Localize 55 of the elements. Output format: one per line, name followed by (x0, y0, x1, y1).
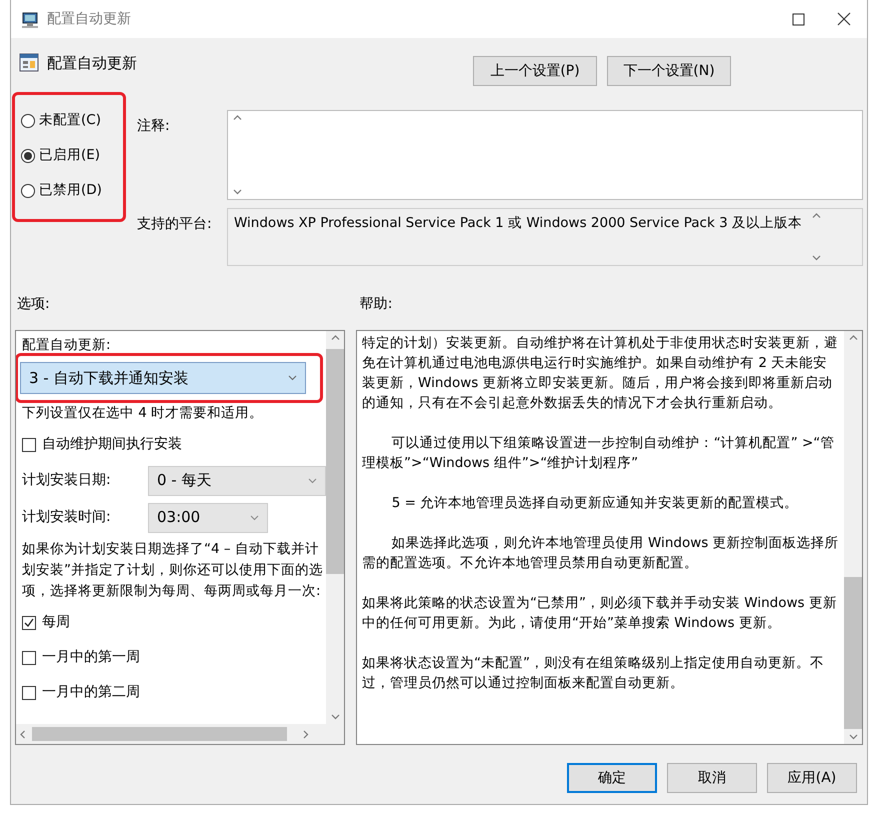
policy-title: 配置自动更新 (47, 53, 137, 74)
scroll-down-icon (330, 714, 340, 720)
help-paragraph: 如果选择此选项，则允许本地管理员使用 Windows 更新控制面板选择所需的配置选项。不允许本地管理员禁用自动更新配置。 (362, 534, 840, 573)
option-label: 配置自动更新: (22, 336, 112, 355)
apply-button[interactable]: 应用(A) (767, 763, 857, 793)
update-mode-dropdown[interactable]: 3 - 自动下载并通知安装 (20, 362, 306, 394)
comment-label: 注释: (137, 117, 171, 136)
dropdown-caret-icon (288, 375, 297, 381)
scroll-up-icon (232, 115, 242, 121)
help-paragraph: 可以通过使用以下组策略设置进一步控制自动维护：“计算机配置” >“管理模板”>“Windows 组件”>“维护计划程序” (362, 434, 836, 473)
radio-option[interactable]: 已禁用(D) (21, 181, 123, 200)
scrollbar-thumb[interactable] (32, 727, 287, 741)
checkbox-option[interactable]: 每周 (22, 605, 326, 640)
scroll-up-icon (330, 335, 340, 341)
time-dropdown[interactable]: 03:00 (148, 502, 268, 532)
ok-button[interactable]: 确定 (567, 763, 657, 793)
help-paragraph: 如果将状态设置为“未配置”，则没有在组策略级别上指定使用自动更新。不过，管理员仍然可以通过控制面板来配置自动更新。 (362, 654, 826, 693)
radio-option[interactable]: 已启用(E) (21, 146, 123, 165)
policy-icon (19, 52, 39, 73)
close-icon (837, 12, 851, 26)
dropdown-caret-icon (250, 514, 259, 520)
options-label: 选项: (17, 295, 50, 314)
dropdown-caret-icon (308, 478, 318, 484)
scroll-down-icon (848, 734, 858, 740)
platform-label: 支持的平台: (137, 215, 213, 234)
field-label: 计划安装时间: (22, 508, 112, 527)
checkbox-option[interactable]: 一月中的第一周 (22, 640, 326, 675)
scrollbar-thumb[interactable] (844, 577, 862, 729)
platform-field: Windows XP Professional Service Pack 1 或 Windows 2000 Service Pack 3 及以上版本 (227, 208, 863, 266)
help-paragraph: 如果将此策略的状态设置为“已禁用”，则必须下载并手动安装 Windows 更新中的任何可用更新。为此，请使用“开始”菜单搜索 Windows 更新。 (362, 594, 838, 633)
scroll-left-icon (20, 730, 26, 738)
previous-setting-button[interactable]: 上一个设置(P) (473, 56, 597, 86)
maximize-icon (792, 12, 804, 26)
scroll-down-icon (812, 255, 822, 261)
cancel-button[interactable]: 取消 (667, 763, 757, 793)
day-dropdown[interactable]: 0 - 每天 (148, 466, 326, 496)
help-label: 帮助: (360, 295, 392, 314)
scroll-right-icon (303, 730, 309, 738)
scroll-down-icon (232, 189, 242, 195)
scroll-up-icon (812, 213, 822, 219)
scroll-up-icon (848, 335, 858, 341)
help-paragraph: 5 = 允许本地管理员选择自动更新应通知并安装更新的配置模式。 (390, 494, 800, 513)
option-description: 下列设置仅在选中 4 时才需要和适用。 (22, 404, 264, 423)
checkbox-option[interactable]: 自动维护期间执行安装 (22, 427, 326, 462)
comment-field[interactable] (227, 110, 863, 200)
scrollbar-thumb[interactable] (326, 349, 344, 574)
help-paragraph: 特定的计划）安装更新。自动维护将在计算机处于非使用状态时安装更新，避免在计算机通过电池电源供电运行时实施维护。如果自动维护有 2 天未能安装更新，Windows 更新将立即安装更新。随后，用户将会接到即将重新启动的通知，只有在不会引起意外数据丢失的情况下才会执行重新启动。 (362, 334, 840, 413)
next-setting-button[interactable]: 下一个设置(N) (607, 56, 731, 86)
window-title: 配置自动更新 (47, 10, 131, 28)
option-description: 如果你为计划安装日期选择了“4 – 自动下载并计划安装”并指定了计划，则你还可以使用下面的选项，选择将更新限制为每周、每两周或每月一次: (22, 540, 324, 601)
check-icon (23, 617, 35, 628)
field-label: 计划安装日期: (22, 471, 112, 490)
radio-option[interactable]: 未配置(C) (21, 111, 123, 130)
checkbox-option[interactable]: 一月中的第二周 (22, 675, 326, 710)
computer-icon (21, 10, 39, 28)
